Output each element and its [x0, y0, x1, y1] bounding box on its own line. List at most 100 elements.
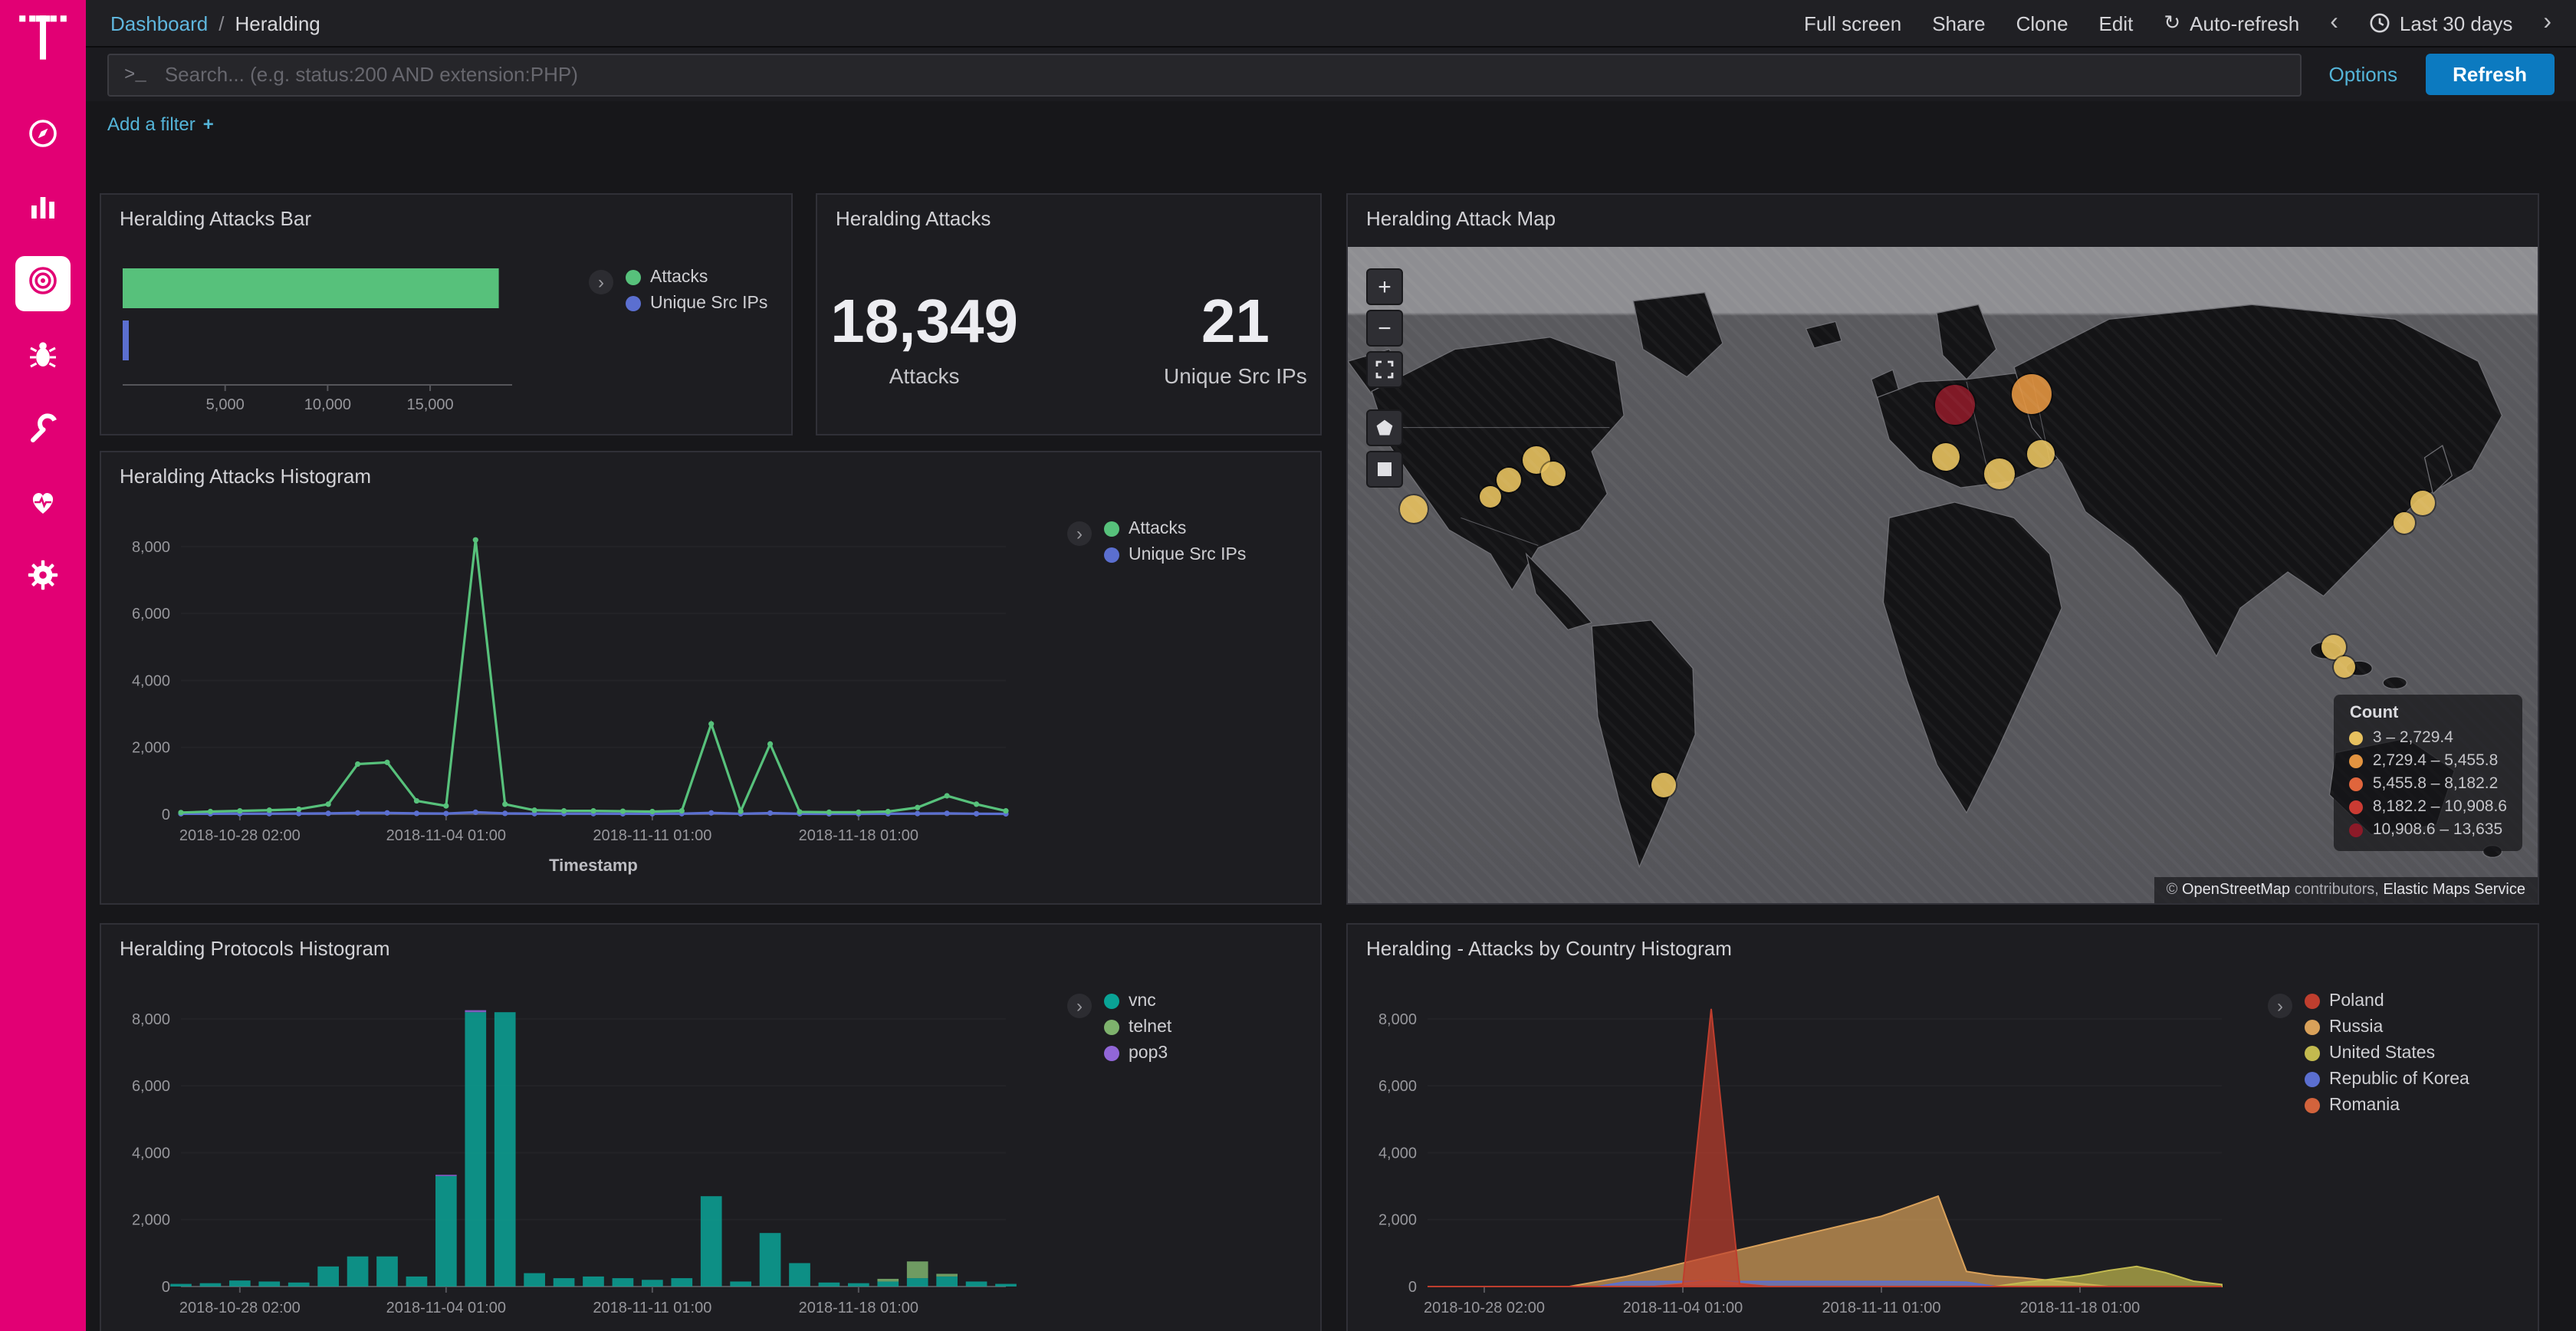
add-filter-plus-icon[interactable]: + [203, 113, 214, 135]
sidebar [0, 0, 86, 1331]
sidebar-item-health[interactable] [15, 477, 71, 532]
map-marker[interactable] [1984, 458, 2015, 488]
panel-title[interactable]: Heralding Protocols Histogram [101, 925, 1320, 972]
legend-item[interactable]: Romania [2305, 1096, 2469, 1115]
map-marker[interactable] [1480, 485, 1501, 507]
rectangle-draw-icon[interactable] [1366, 451, 1403, 488]
legend-item[interactable]: pop3 [1104, 1044, 1171, 1063]
wrench-icon [25, 409, 61, 453]
openstreetmap-link[interactable]: OpenStreetMap [2182, 882, 2290, 899]
svg-text:2018-11-04 01:00: 2018-11-04 01:00 [1623, 1300, 1743, 1316]
legend-item[interactable]: Attacks [1104, 520, 1246, 538]
panel-title[interactable]: Heralding Attack Map [1348, 195, 2538, 242]
sidebar-item-honeypot[interactable] [15, 330, 71, 385]
svg-text:Timestamp: Timestamp [549, 1328, 638, 1331]
country-histogram-chart[interactable]: 02,0004,0006,0008,0002018-10-28 02:00201… [1354, 977, 2243, 1331]
map-marker[interactable] [2012, 375, 2052, 415]
edit-button[interactable]: Edit [2099, 12, 2134, 35]
breadcrumb-separator: / [219, 12, 224, 35]
svg-text:0: 0 [162, 807, 170, 823]
svg-text:2018-11-18 01:00: 2018-11-18 01:00 [2020, 1300, 2140, 1316]
map-marker[interactable] [2410, 491, 2434, 515]
target-icon [25, 261, 61, 306]
map-attribution: © OpenStreetMap contributors, Elastic Ma… [2154, 877, 2538, 903]
metric-unique-src-ips: 21 Unique Src IPs [1164, 288, 1307, 388]
legend-item[interactable]: Unique Src IPs [1104, 546, 1246, 564]
full-screen-button[interactable]: Full screen [1804, 12, 1901, 35]
elastic-maps-link[interactable]: Elastic Maps Service [2383, 882, 2525, 899]
map-marker[interactable] [1399, 495, 1427, 523]
search-input[interactable] [162, 61, 2285, 87]
panel-title[interactable]: Heralding Attacks [817, 195, 1320, 242]
fit-bounds-icon[interactable] [1366, 351, 1403, 388]
country-histogram-legend: › Poland Russia United States Republic of Ko… [2268, 992, 2469, 1115]
legend-item[interactable]: vnc [1104, 992, 1171, 1011]
search-box[interactable]: >_ [107, 53, 2302, 96]
sidebar-item-compass[interactable] [15, 109, 71, 164]
legend-item[interactable]: Poland [2305, 992, 2469, 1011]
legend-toggle-icon[interactable]: › [1067, 521, 1092, 546]
time-range-picker[interactable]: Last 30 days [2369, 12, 2512, 35]
zoom-in-button[interactable]: + [1366, 268, 1403, 305]
map-marker[interactable] [1651, 773, 1675, 797]
time-forward-chevron[interactable]: › [2543, 11, 2551, 35]
svg-text:15,000: 15,000 [406, 396, 453, 413]
zoom-out-button[interactable]: − [1366, 310, 1403, 347]
legend-item[interactable]: Russia [2305, 1018, 2469, 1037]
panel-title[interactable]: Heralding Attacks Bar [101, 195, 791, 242]
attack-map[interactable]: + − Count 3 – 2,729.42,729.4 – 5,455.85,… [1348, 247, 2538, 903]
map-marker[interactable] [1497, 468, 1521, 492]
svg-text:8,000: 8,000 [1378, 1011, 1417, 1028]
protocols-histogram-legend: › vnc telnet pop3 [1067, 992, 1171, 1063]
legend-toggle-icon[interactable]: › [1067, 994, 1092, 1018]
add-filter-link[interactable]: Add a filter [107, 113, 196, 135]
panel-title[interactable]: Heralding Attacks Histogram [101, 452, 1320, 500]
map-legend-title: Count [2350, 704, 2507, 722]
map-marker[interactable] [2028, 440, 2055, 468]
map-marker[interactable] [1933, 443, 1960, 471]
refresh-button[interactable]: Refresh [2425, 54, 2555, 95]
time-back-chevron[interactable]: ‹ [2330, 11, 2338, 35]
panel-heralding-protocols-histogram: Heralding Protocols Histogram 02,0004,00… [100, 923, 1322, 1331]
map-legend-row: 5,455.8 – 8,182.2 [2350, 774, 2507, 793]
telekom-logo[interactable] [18, 12, 67, 72]
panel-heralding-attack-map: Heralding Attack Map [1346, 193, 2539, 905]
auto-refresh-button[interactable]: ↻ Auto-refresh [2164, 11, 2299, 35]
sidebar-item-charts[interactable] [15, 182, 71, 238]
legend-item[interactable]: Unique Src IPs [626, 294, 767, 313]
map-marker[interactable] [2334, 656, 2356, 678]
legend-item[interactable]: Republic of Korea [2305, 1070, 2469, 1089]
search-bar: >_ Options Refresh [86, 46, 2576, 101]
legend-toggle-icon[interactable]: › [2268, 994, 2292, 1018]
svg-text:4,000: 4,000 [1378, 1145, 1417, 1162]
map-legend-row: 10,908.6 – 13,635 [2350, 820, 2507, 839]
polygon-draw-icon[interactable] [1366, 409, 1403, 446]
sidebar-item-attack-dashboard[interactable] [15, 256, 71, 311]
attacks-bar-chart[interactable]: 5,00010,00015,000 [117, 253, 577, 425]
map-marker[interactable] [1541, 461, 1566, 485]
panel-title[interactable]: Heralding - Attacks by Country Histogram [1348, 925, 2538, 972]
terminal-prompt-icon: >_ [124, 64, 146, 85]
legend-toggle-icon[interactable]: › [589, 270, 613, 294]
app-root: Dashboard / Heralding Full screen Share … [0, 0, 2576, 1331]
map-marker[interactable] [1935, 384, 1975, 424]
legend-item[interactable]: United States [2305, 1044, 2469, 1063]
svg-text:2,000: 2,000 [132, 740, 170, 757]
legend-item[interactable]: Attacks [626, 268, 767, 287]
metric-label: Unique Src IPs [1164, 363, 1307, 388]
panel-heralding-attacks-metric: Heralding Attacks 18,349 Attacks 21 Uniq… [816, 193, 1322, 435]
share-button[interactable]: Share [1932, 12, 1985, 35]
clone-button[interactable]: Clone [2016, 12, 2068, 35]
svg-text:4,000: 4,000 [132, 1145, 170, 1162]
map-count-legend[interactable]: Count 3 – 2,729.42,729.4 – 5,455.85,455.… [2334, 695, 2522, 851]
breadcrumb-dashboard[interactable]: Dashboard [110, 12, 208, 35]
sidebar-item-tools[interactable] [15, 403, 71, 458]
svg-text:2018-11-04 01:00: 2018-11-04 01:00 [386, 827, 506, 844]
map-marker[interactable] [2394, 512, 2415, 534]
protocols-histogram-chart[interactable]: 02,0004,0006,0008,0002018-10-28 02:00201… [107, 977, 1027, 1331]
attacks-histogram-chart[interactable]: 02,0004,0006,0008,0002018-10-28 02:00201… [107, 504, 1027, 900]
legend-item[interactable]: telnet [1104, 1018, 1171, 1037]
sidebar-item-settings[interactable] [15, 550, 71, 606]
options-link[interactable]: Options [2329, 63, 2398, 86]
panel-heralding-attacks-histogram: Heralding Attacks Histogram 02,0004,0006… [100, 451, 1322, 905]
